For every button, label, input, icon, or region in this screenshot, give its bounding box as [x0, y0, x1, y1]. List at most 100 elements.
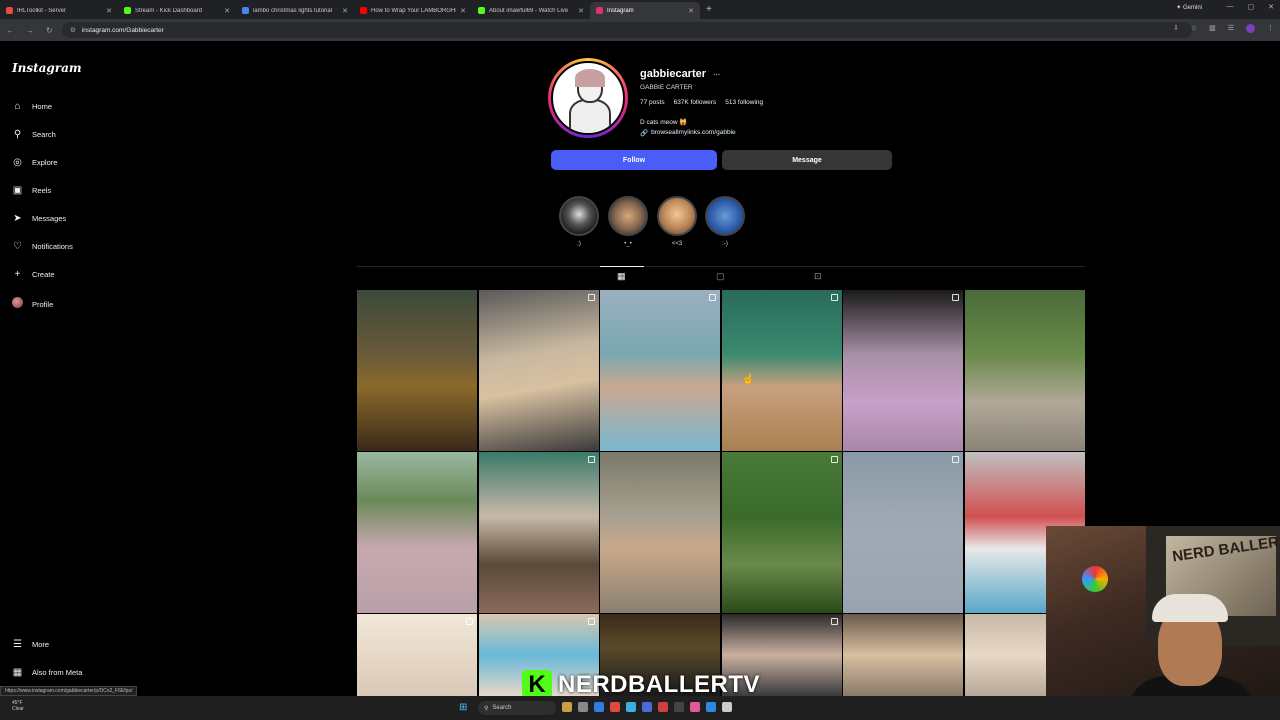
sidebar-item-messages[interactable]: ➤ Messages	[12, 213, 66, 224]
sidebar-item-label: Messages	[32, 214, 67, 223]
browser-profile-avatar[interactable]	[1246, 24, 1255, 33]
maximize-icon[interactable]: ▢	[1248, 3, 1255, 11]
new-tab-button[interactable]: +	[706, 4, 712, 15]
browser-tab-title: Instagram	[607, 7, 634, 14]
minimize-icon[interactable]: —	[1227, 3, 1234, 11]
post-thumbnail[interactable]	[843, 290, 963, 451]
bookmark-star-icon[interactable]: ☆	[1191, 24, 1197, 33]
taskbar-app-icon[interactable]	[658, 702, 668, 712]
carousel-icon	[830, 618, 838, 625]
sidebar-item-notifications[interactable]: ♡ Notifications	[12, 241, 73, 252]
story-highlight[interactable]: ;)	[558, 196, 600, 249]
taskbar-app-icon[interactable]	[706, 702, 716, 712]
post-thumbnail[interactable]	[843, 452, 963, 613]
highlight-label: :-)	[722, 241, 728, 247]
browser-tab[interactable]: Stream - Kick Dashboard ✕	[118, 2, 236, 19]
sidebar-item-label: Home	[32, 102, 53, 111]
carousel-icon	[830, 294, 838, 301]
post-thumbnail[interactable]	[357, 452, 477, 613]
browser-tab-title: lambo christmas lights tutorial	[253, 7, 333, 14]
highlight-cover	[657, 196, 697, 236]
colorful-ball	[1082, 566, 1108, 592]
avatar	[12, 297, 23, 308]
follow-button[interactable]: Follow	[551, 150, 717, 170]
side-panel-icon[interactable]: ▥	[1209, 24, 1216, 33]
taskbar-app-icon[interactable]	[562, 702, 572, 712]
heart-icon: ♡	[13, 241, 22, 252]
tagged-tab-icon[interactable]: ⊡	[814, 271, 822, 282]
tab-close-icon[interactable]: ✕	[106, 7, 112, 15]
taskbar-app-icon[interactable]	[610, 702, 620, 712]
sidebar-item-profile[interactable]: Profile	[12, 297, 53, 311]
profile-avatar[interactable]	[548, 58, 628, 138]
reload-icon[interactable]: ↻	[46, 26, 53, 35]
gemini-label: Gemini	[1182, 5, 1202, 11]
post-thumbnail[interactable]	[357, 290, 477, 451]
tab-favicon-icon	[6, 7, 13, 14]
tab-close-icon[interactable]: ✕	[342, 7, 348, 15]
address-bar[interactable]: ⚙ instagram.com/Gabbiecarter	[62, 22, 1192, 38]
sidebar-item-label: Search	[32, 130, 56, 139]
browser-menu-icon[interactable]: ⋮	[1267, 24, 1274, 33]
extensions-icon[interactable]: ☰	[1228, 24, 1234, 33]
reels-tab-icon[interactable]: ▢	[716, 271, 725, 282]
post-thumbnail[interactable]	[721, 452, 842, 613]
story-highlight[interactable]: <<3	[656, 196, 698, 249]
taskbar-app-icon[interactable]	[578, 702, 588, 712]
instagram-logo[interactable]: Instagram	[12, 61, 82, 75]
posts-grid-icon[interactable]: ▦	[617, 271, 626, 282]
forward-icon[interactable]: →	[26, 26, 34, 35]
taskbar-app-icon[interactable]	[722, 702, 732, 712]
tab-close-icon[interactable]: ✕	[688, 7, 694, 15]
post-thumbnail[interactable]	[478, 290, 599, 451]
site-info-icon[interactable]: ⚙	[70, 26, 76, 34]
windows-start-icon[interactable]: ⊞	[459, 702, 467, 713]
streamer-webcam: NERD BALLER	[1046, 526, 1280, 720]
taskbar-app-icon[interactable]	[594, 702, 604, 712]
browser-tab[interactable]: How to Wrap Your LAMBORGHI ✕	[354, 2, 472, 19]
back-icon[interactable]: ←	[6, 26, 14, 35]
close-window-icon[interactable]: ✕	[1268, 3, 1274, 11]
tab-close-icon[interactable]: ✕	[460, 7, 466, 15]
download-icon[interactable]: ⇩	[1173, 24, 1179, 33]
taskbar-app-icon[interactable]	[642, 702, 652, 712]
post-thumbnail[interactable]	[600, 290, 720, 451]
sidebar-item-reels[interactable]: ▣ Reels	[12, 185, 51, 196]
browser-tab[interactable]: lambo christmas lights tutorial ✕	[236, 2, 354, 19]
sidebar-item-create[interactable]: + Create	[12, 269, 55, 280]
browser-tab-title: IRLToolkit - Server	[17, 7, 66, 14]
post-thumbnail[interactable]	[600, 452, 720, 613]
post-thumbnail[interactable]	[357, 614, 477, 696]
highlight-cover	[559, 196, 599, 236]
sidebar-item-explore[interactable]: ◎ Explore	[12, 157, 57, 168]
profile-link[interactable]: 🔗 browseallmylinks.com/gabbie	[640, 129, 736, 137]
tab-close-icon[interactable]: ✕	[578, 7, 584, 15]
story-highlight[interactable]: •_•	[607, 196, 649, 249]
home-icon: ⌂	[14, 101, 21, 112]
taskbar-app-icon[interactable]	[690, 702, 700, 712]
taskbar-search[interactable]: ⚲ Search	[478, 701, 556, 715]
following-count[interactable]: 513 following	[725, 99, 763, 106]
post-thumbnail[interactable]	[478, 452, 599, 613]
sidebar-item-also-from-meta[interactable]: ▦ Also from Meta	[12, 667, 83, 678]
message-button[interactable]: Message	[722, 150, 892, 170]
browser-tab[interactable]: About imawful69 - Watch Live ✕	[472, 2, 590, 19]
browser-tab[interactable]: Instagram ✕	[590, 2, 700, 19]
taskbar-app-icon[interactable]	[674, 702, 684, 712]
sidebar-item-more[interactable]: ☰ More	[12, 639, 49, 650]
sidebar-item-home[interactable]: ⌂ Home	[12, 101, 52, 112]
taskbar-app-icon[interactable]	[626, 702, 636, 712]
browser-tab[interactable]: IRLToolkit - Server ✕	[0, 2, 118, 19]
followers-count[interactable]: 637K followers	[674, 99, 717, 106]
post-thumbnail[interactable]	[964, 290, 1085, 451]
post-thumbnail[interactable]	[721, 290, 842, 451]
tab-close-icon[interactable]: ✕	[224, 7, 230, 15]
weather-widget[interactable]: 45°F Clear	[12, 700, 24, 712]
sketch-body-shape	[569, 99, 611, 133]
post-thumbnail[interactable]	[843, 614, 963, 696]
sidebar-item-label: Also from Meta	[32, 668, 83, 677]
sidebar-item-search[interactable]: ⚲ Search	[12, 129, 56, 140]
story-highlight[interactable]: :-)	[704, 196, 746, 249]
gemini-button[interactable]: ✦ Gemini	[1176, 4, 1202, 11]
more-options-icon[interactable]: ⋯	[713, 72, 720, 79]
